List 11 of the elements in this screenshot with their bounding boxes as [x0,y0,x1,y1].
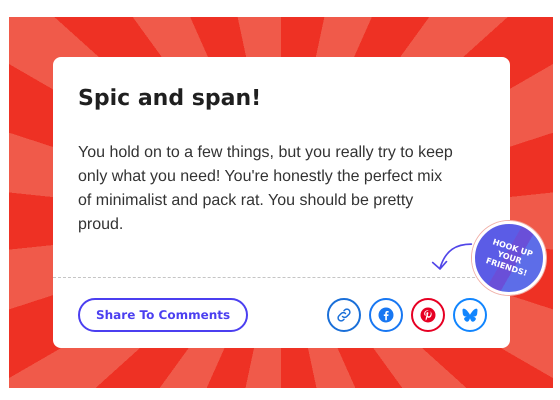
facebook-icon [377,306,395,324]
bluesky-icon [461,306,479,324]
result-title: Spic and span! [78,85,262,113]
pinterest-share-button[interactable] [411,298,445,332]
share-to-comments-button[interactable]: Share To Comments [78,298,248,332]
bluesky-share-button[interactable] [453,298,487,332]
link-share-button[interactable] [327,298,361,332]
pinterest-icon [419,306,437,324]
result-description: You hold on to a few things, but you really try to keep only what you need! You're honestly the perfect mix of minimalist and pack rat. You should be pretty proud. [78,143,453,235]
link-icon [335,306,353,324]
facebook-share-button[interactable] [369,298,403,332]
